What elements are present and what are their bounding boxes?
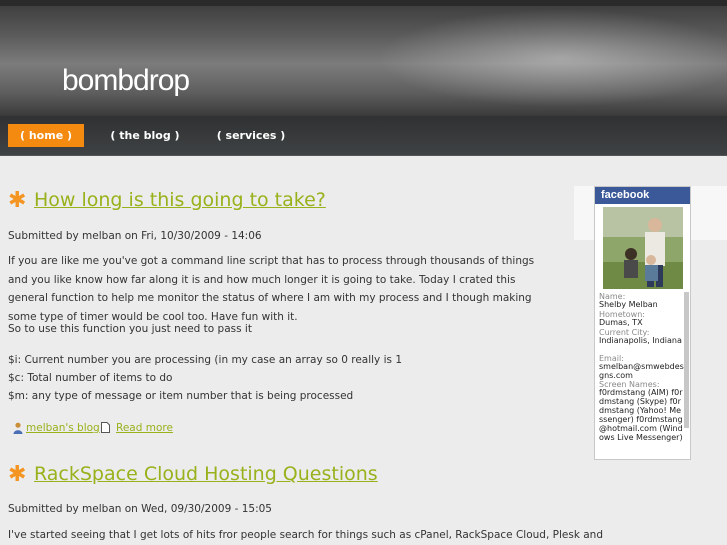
site-header: bombdrop [0, 0, 727, 116]
fb-city-value: Indianapolis, Indiana [599, 336, 682, 345]
fb-email-value[interactable]: smelban@smwebdesigns.com [599, 362, 687, 380]
param-i: $i: Current number you are processing (i… [8, 354, 403, 366]
main-content: ✱ How long is this going to take? Submit… [0, 156, 603, 545]
profile-photo[interactable] [603, 207, 683, 289]
post-body: If you are like me you've got a command … [8, 255, 535, 323]
author-blog-link[interactable]: melban's blog [26, 422, 100, 434]
post-links: melban's blog Read more [13, 422, 313, 436]
asterisk-bullet-icon: ✱ [8, 462, 27, 487]
nav-home[interactable]: ( home ) [8, 124, 84, 147]
fb-screen-names-value: f0rdmstang (AIM) f0rdmstang (Skype) f0rd… [599, 388, 683, 442]
post-submitted: Submitted by melban on Fri, 10/30/2009 -… [8, 230, 262, 242]
post-intro: So to use this function you just need to… [8, 323, 252, 335]
post-title-link[interactable]: How long is this going to take? [34, 189, 326, 211]
facebook-logo[interactable]: facebook [595, 187, 690, 204]
user-icon [13, 422, 23, 434]
primary-nav: ( home ) ( the blog ) ( services ) [0, 116, 727, 156]
document-icon [101, 422, 110, 433]
post-title-link[interactable]: RackSpace Cloud Hosting Questions [34, 463, 378, 485]
nav-the-blog[interactable]: ( the blog ) [106, 124, 184, 147]
fb-scrollbar[interactable] [684, 292, 689, 428]
param-c: $c: Total number of items to do [8, 372, 173, 384]
fb-hometown-value: Dumas, TX [599, 318, 643, 327]
fb-name-value: Shelby Melban [599, 300, 658, 309]
site-name[interactable]: bombdrop [62, 64, 190, 98]
header-top-strip [0, 0, 727, 6]
post-body: I've started seeing that I get lots of h… [8, 529, 603, 541]
facebook-badge: facebook Name: Shelby Melban Hometown: D… [594, 186, 691, 460]
asterisk-bullet-icon: ✱ [8, 188, 27, 213]
param-m: $m: any type of message or item number t… [8, 390, 354, 402]
nav-services[interactable]: ( services ) [212, 124, 290, 147]
post-submitted: Submitted by melban on Wed, 09/30/2009 -… [8, 503, 272, 515]
read-more-link[interactable]: Read more [116, 422, 173, 434]
